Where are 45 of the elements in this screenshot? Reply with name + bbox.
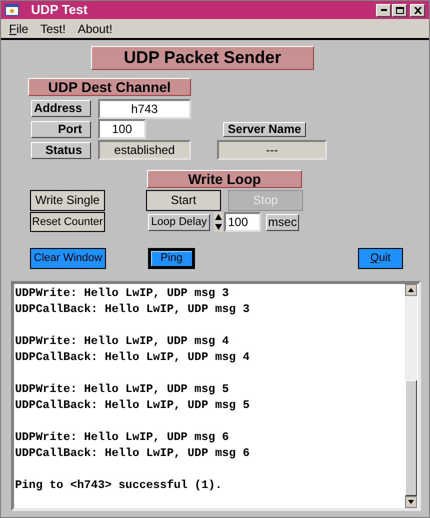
write-single-button[interactable]: Write Single xyxy=(30,190,105,211)
log-line: UDPWrite: Hello LwIP, UDP msg 3 xyxy=(15,286,230,302)
close-icon xyxy=(414,6,422,14)
loop-delay-label: Loop Delay xyxy=(148,214,210,230)
log-line: UDPWrite: Hello LwIP, UDP msg 5 xyxy=(15,382,230,398)
field-label: Server Name xyxy=(223,122,306,136)
port-field[interactable]: 100 xyxy=(98,119,146,139)
field-label: Port xyxy=(31,120,91,138)
log-line: UDPCallBack: Hello LwIP, UDP msg 3 xyxy=(15,302,251,318)
app-icon xyxy=(5,4,19,16)
action-button[interactable]: Ping xyxy=(148,248,195,269)
scroll-up-icon[interactable] xyxy=(405,284,417,296)
scroll-bar[interactable] xyxy=(405,284,417,508)
reset-counter-button[interactable]: Reset Counter xyxy=(30,212,105,232)
log-line: UDPCallBack: Hello LwIP, UDP msg 5 xyxy=(15,398,251,414)
start-button[interactable]: Start xyxy=(146,190,221,211)
unit-label: msec xyxy=(266,214,299,230)
maximize-icon xyxy=(396,6,404,14)
action-button[interactable]: Quit xyxy=(358,248,403,269)
log-line: UDPCallBack: Hello LwIP, UDP msg 4 xyxy=(15,350,251,366)
loop-delay-field[interactable]: 100 xyxy=(224,212,261,232)
app-heading: UDP Packet Sender xyxy=(91,46,314,70)
scroll-down-icon[interactable] xyxy=(405,496,417,508)
action-button[interactable]: Clear Window xyxy=(30,248,106,269)
log-line: UDPCallBack: Hello LwIP, UDP msg 6 xyxy=(15,446,251,462)
maximize-button[interactable] xyxy=(392,4,407,16)
log-line: UDPWrite: Hello LwIP, UDP msg 4 xyxy=(15,334,230,350)
menu-item[interactable]: Test! xyxy=(40,20,66,38)
server-name-field: --- xyxy=(217,140,327,160)
address-field[interactable]: h743 xyxy=(98,98,191,118)
section-heading: UDP Dest Channel xyxy=(28,78,191,96)
scroll-thumb[interactable] xyxy=(405,380,417,496)
log-line: Ping to <h743> successful (1). xyxy=(15,478,224,494)
spinner-icon[interactable] xyxy=(214,212,223,232)
status-field: established xyxy=(98,140,191,160)
menu-item[interactable]: About! xyxy=(78,20,112,38)
minimize-button[interactable] xyxy=(376,4,391,16)
minimize-icon xyxy=(380,9,386,11)
window-title: UDP Test xyxy=(31,1,88,20)
field-label: Address xyxy=(31,100,91,117)
field-label: Status xyxy=(31,142,91,158)
section-heading: Write Loop xyxy=(147,170,302,188)
log-line: UDPWrite: Hello LwIP, UDP msg 6 xyxy=(15,430,230,446)
close-button[interactable] xyxy=(410,4,425,16)
menu-item[interactable]: File xyxy=(9,20,28,38)
